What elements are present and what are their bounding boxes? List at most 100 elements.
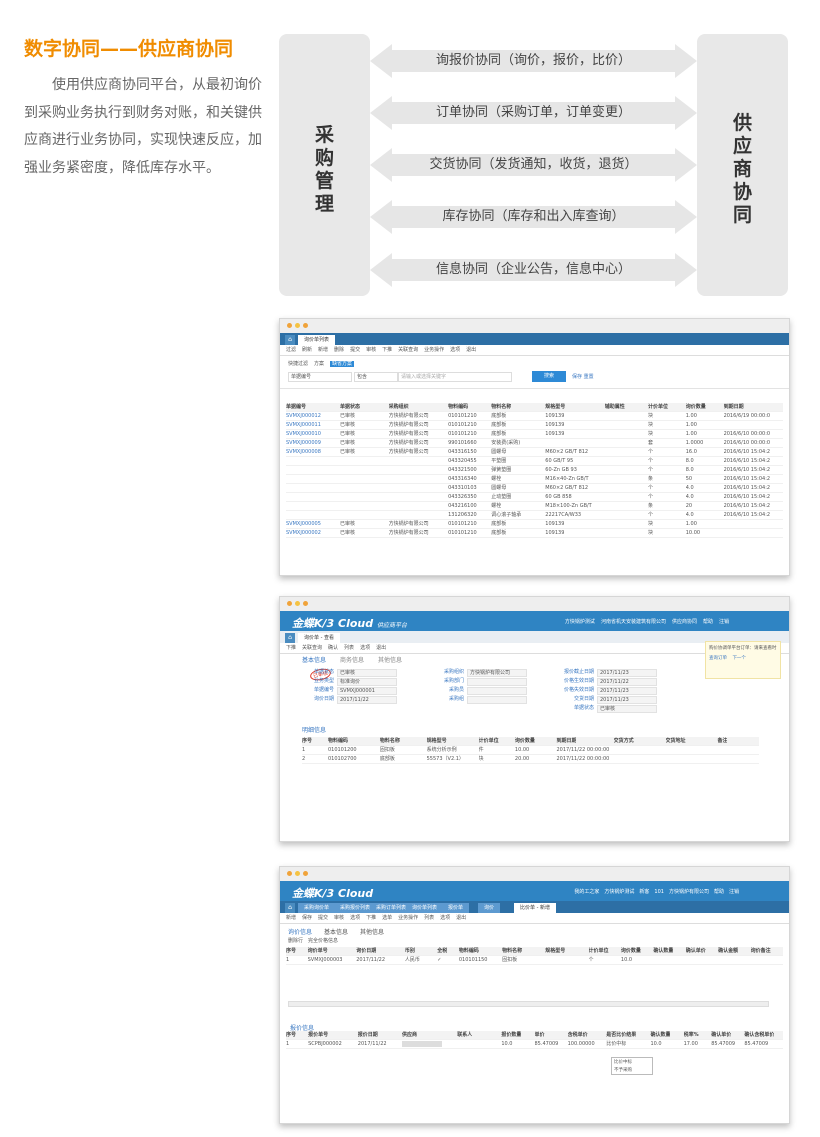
search-input[interactable]: 请输入或选择关键字 — [398, 372, 512, 382]
column-header[interactable]: 备注 — [717, 737, 727, 745]
reset-link[interactable]: 重置 — [584, 374, 594, 380]
filter-tab[interactable]: 方案 — [314, 361, 324, 367]
header-link[interactable]: 注销 — [729, 889, 739, 895]
app-tab[interactable]: 询价 — [478, 903, 501, 913]
window-close-dot[interactable] — [287, 871, 292, 876]
column-header[interactable]: 询价备注 — [751, 947, 771, 955]
window-minimize-dot[interactable] — [295, 323, 300, 328]
window-minimize-dot[interactable] — [295, 601, 300, 606]
column-header[interactable]: 物料编码 — [459, 947, 479, 955]
sub-toolbar-item[interactable]: 完全价格信息 — [308, 938, 338, 944]
toolbar-item[interactable]: 选项 — [360, 645, 370, 651]
toolbar-item[interactable]: 下推 — [366, 915, 376, 921]
filter-operator-select[interactable]: 包含 — [354, 372, 398, 382]
column-header[interactable]: 规格型号 — [545, 403, 565, 411]
column-header[interactable]: 确认金额 — [718, 947, 738, 955]
app-tab[interactable]: 询价单列表 — [406, 903, 444, 913]
column-header[interactable]: 确认单价 — [711, 1031, 731, 1039]
toolbar-item[interactable]: 提交 — [350, 347, 360, 353]
window-maximize-dot[interactable] — [303, 323, 308, 328]
column-header[interactable]: 物料编码 — [328, 737, 348, 745]
filter-field-select[interactable]: 单据编号 — [288, 372, 352, 382]
table-row[interactable]: SVMXJ000010 已审核 方快锅炉有限公司 010101210 底部板 109139… — [286, 430, 783, 439]
table-row[interactable]: SVMXJ000009 已审核 方快锅炉有限公司 990101660 安装费(采购) 套 1… — [286, 439, 783, 448]
toolbar-item[interactable]: 下推 — [382, 347, 392, 353]
toolbar-item[interactable]: 审核 — [366, 347, 376, 353]
app-tab[interactable]: 报价单 — [442, 903, 470, 913]
table-row[interactable]: 131206320 调心滚子轴承 22217CA/W33 个 4.0 2016/6/10 … — [286, 511, 783, 520]
column-header[interactable]: 询价数量 — [621, 947, 641, 955]
window-maximize-dot[interactable] — [303, 871, 308, 876]
field-value[interactable]: 2017/11/23 — [597, 696, 657, 704]
table-row[interactable]: 043316340 螺栓 M16×40-Zn GB/T 条 50 2016/6/10 15… — [286, 475, 783, 484]
field-value[interactable]: 2017/11/22 — [597, 678, 657, 686]
window-close-dot[interactable] — [287, 601, 292, 606]
toolbar-item[interactable]: 选项 — [350, 915, 360, 921]
column-header[interactable]: 供应商 — [402, 1031, 417, 1039]
toolbar-item[interactable]: 关联查询 — [398, 347, 418, 353]
column-header[interactable]: 报价数量 — [501, 1031, 521, 1039]
window-minimize-dot[interactable] — [295, 871, 300, 876]
toolbar-item[interactable]: 退出 — [466, 347, 476, 353]
dropdown-option[interactable]: 不予采购 — [612, 1066, 652, 1074]
header-link[interactable]: 101 — [654, 889, 664, 895]
header-link[interactable]: 我的工之家 — [574, 889, 599, 895]
column-header[interactable]: 单据编号 — [286, 403, 306, 411]
column-header[interactable]: 确认单价 — [686, 947, 706, 955]
column-header[interactable]: 辅助属性 — [605, 403, 625, 411]
home-icon[interactable]: ⌂ — [285, 335, 295, 345]
toolbar-item[interactable]: 删除 — [334, 347, 344, 353]
field-value[interactable]: 2017/11/22 — [337, 696, 397, 704]
table-row[interactable]: SVMXJ000005 已审核 方快锅炉有限公司 010101210 底部板 109139… — [286, 520, 783, 529]
toolbar-item[interactable]: 审核 — [334, 915, 344, 921]
app-tab[interactable]: 采购询价单 — [298, 903, 336, 913]
toolbar-item[interactable]: 退出 — [376, 645, 386, 651]
field-value[interactable]: 已审核 — [597, 705, 657, 713]
column-header[interactable]: 报价日期 — [358, 1031, 378, 1039]
section-tab[interactable]: 其他信息 — [378, 657, 402, 664]
column-header[interactable]: 到期日期 — [556, 737, 576, 745]
field-value[interactable]: 标准询价 — [337, 678, 397, 686]
column-header[interactable]: 询价数量 — [515, 737, 535, 745]
column-header[interactable]: 单价 — [535, 1031, 545, 1039]
column-header[interactable]: 物料名称 — [380, 737, 400, 745]
header-link[interactable]: 方快锅炉有限公司 — [669, 889, 709, 895]
app-tab[interactable]: 比价单 - 新增 — [514, 903, 556, 913]
header-link[interactable]: 新客 — [639, 889, 649, 895]
next-link[interactable]: 下一个 — [732, 656, 746, 661]
table-cell[interactable]: SVMXJ000005 — [286, 520, 321, 528]
table-cell[interactable]: SVMXJ000002 — [286, 529, 321, 537]
header-link[interactable]: 方快锅炉测试 — [604, 889, 634, 895]
table-row[interactable]: SVMXJ000011 已审核 方快锅炉有限公司 010101210 底部板 109139… — [286, 421, 783, 430]
column-header[interactable]: 交货方式 — [614, 737, 634, 745]
toolbar-item[interactable]: 业务操作 — [424, 347, 444, 353]
column-header[interactable]: 到期日期 — [724, 403, 744, 411]
column-header[interactable]: 采购组织 — [389, 403, 409, 411]
column-header[interactable]: 报价单号 — [308, 1031, 328, 1039]
column-header[interactable]: 物料名称 — [502, 947, 522, 955]
toolbar-item[interactable]: 关联查询 — [302, 645, 322, 651]
sub-toolbar-item[interactable]: 删除行 — [288, 938, 303, 944]
tab-rfq-list[interactable]: 询价单列表 — [298, 335, 336, 345]
field-value[interactable]: 2017/11/23 — [597, 687, 657, 695]
table-row[interactable]: 043326350 止动垫圈 60 GB 858 个 4.0 2016/6/10 15:0… — [286, 493, 783, 502]
column-header[interactable]: 币别 — [405, 947, 415, 955]
column-header[interactable]: 联系人 — [457, 1031, 472, 1039]
header-link[interactable]: 供应商协同 — [672, 619, 697, 625]
column-header[interactable]: 税率% — [684, 1031, 699, 1039]
column-header[interactable]: 确认数量 — [653, 947, 673, 955]
table-row[interactable]: 1 SCPBJ000002 2017/11/22 10.0 85.47009 100.00… — [286, 1040, 783, 1049]
column-header[interactable]: 序号 — [286, 947, 296, 955]
column-header[interactable]: 询价日期 — [356, 947, 376, 955]
table-row[interactable]: 2 010102700 底部板 55573（V2.1） 块 20.00 2017/11/22… — [302, 755, 759, 764]
home-icon[interactable]: ⌂ — [285, 903, 295, 913]
column-header[interactable]: 计价单位 — [589, 947, 609, 955]
table-row[interactable]: SVMXJ000008 已审核 方快锅炉有限公司 043316150 圆螺母 M60×2 … — [286, 448, 783, 457]
table-row[interactable]: 1 SVMXJ000003 2017/11/22 人民币 ✓ 010101150 固扣板 个 1… — [286, 956, 783, 965]
column-header[interactable]: 询价数量 — [686, 403, 706, 411]
field-value[interactable]: 2017/11/23 — [597, 669, 657, 677]
field-value[interactable] — [467, 687, 527, 695]
toolbar-item[interactable]: 选单 — [382, 915, 392, 921]
column-header[interactable]: 规格型号 — [545, 947, 565, 955]
column-header[interactable]: 询价单号 — [308, 947, 328, 955]
